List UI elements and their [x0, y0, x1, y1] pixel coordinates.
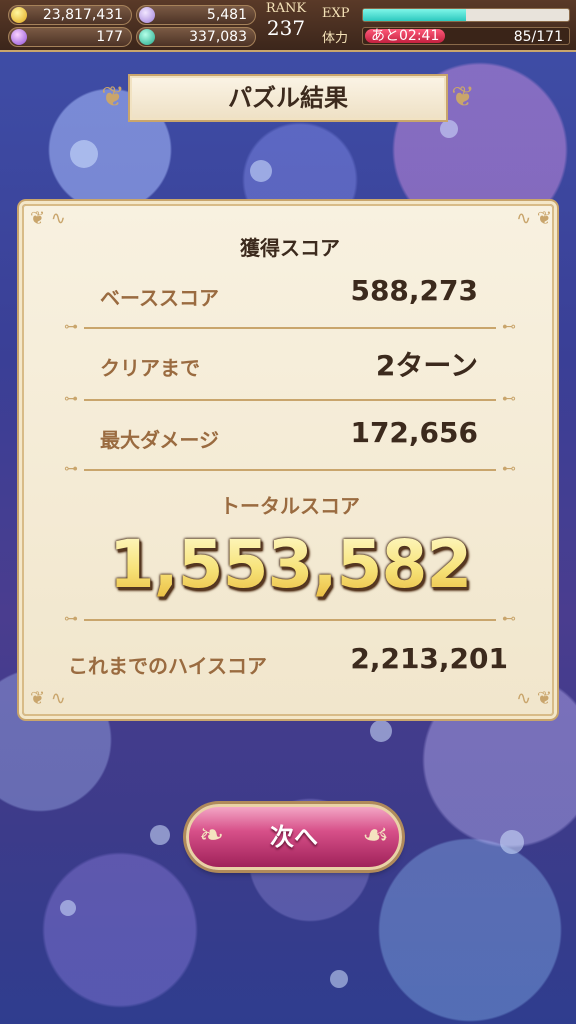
page-header: パズル結果: [128, 74, 448, 122]
gem-icon: [11, 29, 27, 45]
gem-counter: 177: [8, 27, 132, 47]
total-score-label: トータルスコア: [220, 494, 360, 518]
high-score-value: 2,213,201: [350, 642, 508, 675]
bokeh-light: [500, 830, 524, 854]
gold-coin-icon: [11, 7, 27, 23]
bokeh-light: [60, 900, 76, 916]
divider-curl-icon: ⊷: [502, 461, 516, 477]
exp-bar: [362, 8, 570, 22]
corner-ornament-icon: ❦ ∿: [30, 208, 66, 229]
stamina-timer: あと02:41: [365, 29, 446, 43]
next-button-label: 次へ: [270, 823, 318, 851]
base-score-label: ベーススコア: [100, 286, 219, 310]
corner-ornament-icon: ∿ ❦: [516, 688, 552, 709]
gold-counter: 23,817,431: [8, 5, 132, 25]
button-ornament-left-icon: ❧: [199, 818, 225, 853]
feather-value: 5,481: [206, 7, 247, 23]
base-score-value: 588,273: [350, 274, 478, 307]
bokeh-light: [150, 825, 170, 845]
button-ornament-right-icon: ☙: [362, 818, 389, 853]
divider: ⊶ ⊷: [64, 319, 516, 335]
corner-ornament-icon: ❦ ∿: [30, 688, 66, 709]
divider-curl-icon: ⊶: [64, 611, 78, 627]
exp-bar-fill: [363, 9, 466, 21]
ornament-left-icon: ❦: [101, 80, 125, 113]
exp-label: EXP: [322, 6, 350, 21]
divider: ⊶ ⊷: [64, 461, 516, 477]
status-bar: 23,817,431 5,481 177 337,083 RANK 237 EX…: [0, 0, 576, 52]
bokeh-light: [250, 160, 272, 182]
gold-value: 23,817,431: [42, 7, 123, 23]
clear-turns-label: クリアまで: [100, 356, 200, 380]
divider: ⊶ ⊷: [64, 391, 516, 407]
divider: ⊶ ⊷: [64, 611, 516, 627]
next-button[interactable]: ❧ 次へ ☙: [186, 804, 402, 870]
divider-curl-icon: ⊷: [502, 391, 516, 407]
high-score-label: これまでのハイスコア: [68, 654, 267, 678]
bokeh-light: [440, 120, 458, 138]
divider-curl-icon: ⊶: [64, 391, 78, 407]
bokeh-light: [330, 970, 348, 988]
page-title: パズル結果: [228, 84, 348, 112]
bokeh-light: [370, 720, 392, 742]
max-damage-value: 172,656: [350, 416, 478, 449]
ornament-right-icon: ❦: [451, 80, 475, 113]
gem-value: 177: [96, 29, 123, 45]
coin-value: 337,083: [189, 29, 247, 45]
clear-turns-value: 2ターン: [375, 349, 478, 382]
stamina-value: 85/171: [513, 29, 563, 45]
stamina-bar: あと02:41 85/171: [362, 27, 570, 45]
total-score-value: 1,553,582: [24, 526, 556, 603]
divider-curl-icon: ⊶: [64, 461, 78, 477]
result-panel: ❦ ∿ ∿ ❦ ❦ ∿ ∿ ❦ 獲得スコア ベーススコア 588,273 ⊶ ⊷…: [22, 204, 554, 716]
divider-curl-icon: ⊷: [502, 611, 516, 627]
bokeh-light: [70, 140, 98, 168]
divider-curl-icon: ⊶: [64, 319, 78, 335]
feather-counter: 5,481: [136, 5, 256, 25]
coin-icon: [139, 29, 155, 45]
max-damage-label: 最大ダメージ: [100, 428, 219, 452]
stamina-label: 体力: [322, 31, 349, 46]
rank-display: RANK 237: [258, 2, 314, 46]
rank-label: RANK: [265, 1, 307, 16]
feather-icon: [139, 7, 155, 23]
coin-counter: 337,083: [136, 27, 256, 47]
section-title: 獲得スコア: [240, 236, 340, 260]
divider-curl-icon: ⊷: [502, 319, 516, 335]
rank-value: 237: [266, 16, 306, 40]
corner-ornament-icon: ∿ ❦: [516, 208, 552, 229]
